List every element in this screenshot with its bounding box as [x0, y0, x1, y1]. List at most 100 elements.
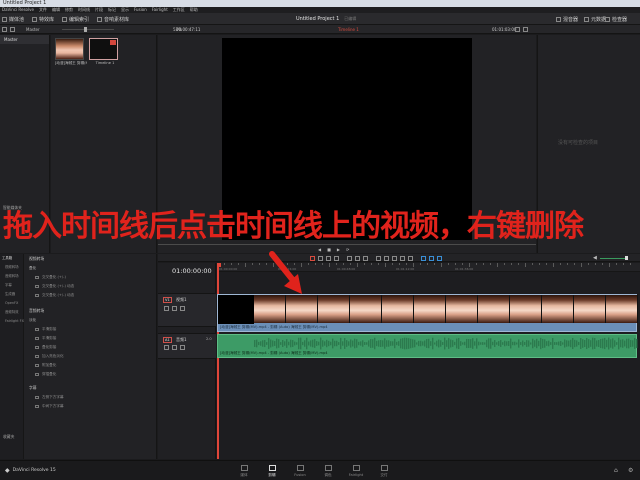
waveform-bar [394, 338, 396, 349]
effects-section-video: 视频转场 [29, 256, 45, 261]
selection-tool-icon[interactable] [310, 255, 315, 261]
track-lock-icon[interactable] [164, 306, 169, 311]
audio-track-id-badge[interactable]: A1 [163, 337, 172, 343]
blade-tool-icon[interactable] [334, 255, 339, 261]
favorites-header[interactable]: 收藏夹 [3, 434, 14, 440]
effect-item[interactable]: 加入亮色淡化 [25, 352, 157, 361]
linked-selection-icon[interactable] [384, 255, 389, 261]
clip-thumbnail[interactable] [55, 38, 84, 60]
effect-item[interactable]: 交叉叠化 (+/-) 动态 [25, 291, 157, 300]
media-pool-button[interactable]: 媒体池 [9, 16, 24, 23]
effects-tree-item[interactable]: 工具箱 [0, 254, 23, 263]
effect-item[interactable]: 交叉叠化 (+/-) 动态 [25, 282, 157, 291]
home-icon[interactable]: ⌂ [614, 467, 618, 474]
waveform-bar [286, 339, 288, 348]
mixer-button[interactable]: 混音器 [563, 16, 578, 23]
trim-tool-icon[interactable] [318, 255, 323, 261]
position-lock-icon[interactable] [392, 255, 397, 261]
waveform-bar [562, 342, 564, 345]
speaker-icon[interactable]: ◀ [593, 255, 597, 261]
audio-track-lock-icon[interactable] [164, 345, 169, 350]
replace-clip-icon[interactable] [363, 255, 368, 261]
zoom-custom-icon[interactable] [437, 255, 442, 261]
audio-clip[interactable]: [动漫]海贼王 剪辑(MV).mp4 - 剪辑 (Auto) 海贼王 剪辑(MV… [217, 334, 638, 358]
video-track-header: V1 视频1 [158, 293, 216, 327]
page-button[interactable]: 调色 [314, 464, 342, 478]
playhead[interactable] [217, 263, 219, 459]
play-icon[interactable]: ▶ [337, 247, 340, 252]
loop-icon[interactable]: ⟳ [346, 247, 349, 252]
clip-item-timeline[interactable]: Timeline 1 [89, 38, 121, 65]
ruler-tick [448, 263, 449, 265]
zoom-full-icon[interactable] [421, 255, 426, 261]
viewer-options-icon[interactable] [515, 27, 520, 32]
effect-item[interactable]: 交叉叠化 (+/-) [25, 273, 157, 282]
viewer-header-bar: Master 53% 00:00:47:11 Timeline 1 01:01:… [0, 25, 640, 34]
overwrite-clip-icon[interactable] [355, 255, 360, 261]
effect-item[interactable]: 平滑剪接 [25, 334, 157, 343]
clip-name: [动漫]海贼王 剪辑(MV).mp4 [55, 61, 87, 65]
track-autoselect-icon[interactable] [172, 306, 177, 311]
timeline-thumbnail[interactable] [89, 38, 118, 60]
marker-icon[interactable] [408, 255, 413, 261]
ruler-tick [385, 263, 386, 267]
page-button[interactable]: 剪辑 [258, 464, 286, 478]
clip-item-video[interactable]: [动漫]海贼王 剪辑(MV).mp4 [55, 38, 87, 66]
effects-tree-item[interactable]: OpenFX [0, 299, 23, 308]
effect-item[interactable]: 附加叠化 [25, 361, 157, 370]
effects-tree-item[interactable]: 生成器 [0, 290, 23, 299]
timeline-timecode[interactable]: 01:00:00:00 [172, 267, 212, 275]
bin-master[interactable]: Master [0, 35, 49, 44]
page-label: Fairlight [348, 473, 364, 477]
effect-item[interactable]: 叠化剪接 [25, 343, 157, 352]
effects-tree-item[interactable]: 视频转场 [0, 263, 23, 272]
thumbnail-size-handle[interactable] [84, 27, 87, 32]
metadata-button[interactable]: 元数据 [591, 16, 606, 23]
waveform-bar [546, 341, 548, 346]
waveform-bar [612, 338, 614, 349]
stop-icon[interactable]: ■ [327, 247, 331, 252]
audio-track-mute-icon[interactable] [180, 345, 185, 350]
flag-icon[interactable] [400, 255, 405, 261]
waveform-bar [512, 341, 514, 346]
audio-track-solo-icon[interactable] [172, 345, 177, 350]
effects-tree-item[interactable]: 字幕 [0, 281, 23, 290]
effects-tree-item[interactable]: 音频转场 [0, 272, 23, 281]
page-button[interactable]: Fusion [286, 465, 314, 477]
effects-library-button[interactable]: 特效库 [39, 16, 54, 23]
sound-library-button[interactable]: 音响素材库 [104, 16, 129, 23]
effect-item[interactable]: 左侧下方字幕 [25, 393, 157, 402]
video-clip[interactable]: [动漫]海贼王 剪辑(MV).mp4 - 剪辑 (Auto) 海贼王 剪辑(MV… [217, 294, 638, 332]
effect-item[interactable]: 平滑剪接 [25, 325, 157, 334]
waveform-bar [566, 340, 568, 347]
page-button[interactable]: Fairlight [342, 465, 370, 477]
volume-slider[interactable] [599, 257, 626, 259]
effects-tree-item[interactable]: Fairlight FX [0, 317, 24, 326]
insert-clip-icon[interactable] [347, 255, 352, 261]
effect-item[interactable]: 中间下方字幕 [25, 402, 157, 411]
play-reverse-icon[interactable]: ◀ [318, 247, 321, 252]
viewer-mode-icon[interactable] [523, 27, 528, 32]
playhead-handle[interactable] [217, 263, 221, 267]
dynamic-trim-icon[interactable] [326, 255, 331, 261]
timeline-name-dropdown[interactable]: Timeline 1 [338, 27, 359, 32]
ruler-tick [238, 263, 239, 265]
snapping-icon[interactable] [376, 255, 381, 261]
waveform-bar [374, 337, 376, 350]
waveform-bar [564, 339, 566, 348]
page-button[interactable]: 交付 [370, 464, 398, 478]
effect-item[interactable]: 穿插叠化 [25, 370, 157, 379]
bin-list-toggle-icon[interactable] [2, 27, 7, 32]
page-button[interactable]: 媒体 [230, 464, 258, 478]
track-visibility-icon[interactable] [180, 306, 185, 311]
edit-index-button[interactable]: 编辑索引 [69, 16, 89, 23]
volume-handle[interactable] [624, 256, 628, 260]
track-id-badge[interactable]: V1 [163, 297, 172, 303]
inspector-button[interactable]: 检查器 [612, 16, 627, 23]
effects-tree-item[interactable]: 音频特效 [0, 308, 23, 317]
settings-gear-icon[interactable]: ⚙ [628, 467, 633, 474]
bin-view-icon[interactable] [10, 27, 15, 32]
waveform-bar [436, 340, 438, 347]
zoom-detail-icon[interactable] [429, 255, 434, 261]
thumbnail-size-slider[interactable] [62, 29, 114, 30]
